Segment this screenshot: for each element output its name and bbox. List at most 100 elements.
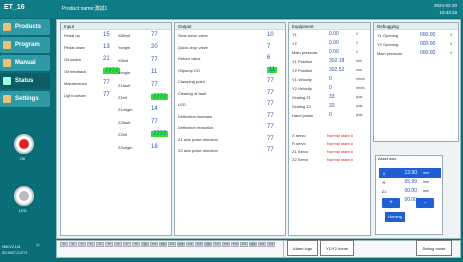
- io-indicator: X7: [123, 242, 131, 247]
- equipment-label: Main pressure: [292, 50, 318, 55]
- axis-unit: mm: [423, 180, 429, 184]
- servo-state: Normal state:0: [327, 157, 354, 162]
- equipment-label: Grating Z1: [292, 95, 311, 100]
- io-indicator: X11: [159, 242, 167, 247]
- output-label: Z2 axis pulse direction: [178, 148, 218, 153]
- output-value: 77: [267, 135, 274, 142]
- input-value: 13: [103, 44, 110, 50]
- output-value: 11: [267, 66, 278, 73]
- io-indicator: X17: [213, 242, 221, 247]
- input-value: 77: [103, 80, 110, 86]
- output-value: 10: [267, 32, 274, 38]
- output-label: Clearing of fault: [178, 90, 207, 96]
- nav-products[interactable]: Products: [0, 19, 50, 35]
- output-label: Z1 axis pulse direction: [178, 136, 218, 142]
- io-indicator: X20: [240, 242, 248, 247]
- debug-value: 000.00: [420, 50, 436, 56]
- alarm-logs-button[interactable]: Alarm logs: [287, 240, 318, 256]
- nav-label: Products: [15, 24, 42, 30]
- jog-plus-button[interactable]: +: [382, 198, 400, 208]
- status-icon: [3, 77, 11, 85]
- io-indicator: X23: [267, 242, 275, 247]
- debug-mode-button[interactable]: Debug mode: [416, 240, 452, 256]
- equipment-value: 0: [329, 76, 332, 82]
- equipment-unit: V: [356, 50, 359, 54]
- input-title: Input: [61, 23, 171, 30]
- homing-button[interactable]: Homing: [385, 212, 405, 222]
- equipment-value: 0.00: [329, 49, 339, 55]
- led-icon: [19, 191, 29, 201]
- debug-label: Y1 Opening: [377, 33, 399, 38]
- sd-serial: SD:0927-0.0771: [2, 251, 28, 255]
- input-label: Yorigin: [118, 45, 131, 51]
- equipment-unit: plus: [356, 95, 363, 99]
- manual-icon: [3, 59, 11, 67]
- output-value: 7: [267, 43, 271, 50]
- servo-state: Normal state:0: [327, 149, 354, 154]
- debug-unit: V: [450, 33, 453, 37]
- equipment-unit: mm: [356, 68, 362, 72]
- output-label: Oilpump DO: [178, 67, 201, 73]
- equipment-value: 0: [329, 85, 332, 91]
- input-panel: Input Pedal up 15 Pedal down 13 Oil switch 21…: [60, 22, 172, 236]
- sidebar-nav: Products Program Manual Status Settings: [0, 19, 50, 109]
- input-label: Z1bit: [118, 95, 127, 100]
- axis-value: 13.90: [404, 170, 417, 176]
- input-label: Z2bit: [118, 132, 127, 138]
- output-label: Deflection reduction: [178, 125, 214, 130]
- io-indicator: X13: [177, 242, 185, 247]
- input-label: Z2origin: [118, 144, 133, 150]
- io-indicator: X4: [96, 242, 104, 247]
- jog-minus-button[interactable]: -: [416, 198, 434, 208]
- equipment-value: 0.00: [329, 40, 339, 46]
- input-value: 77: [151, 32, 158, 38]
- time-label: 10:43:19: [439, 10, 457, 15]
- servo-label: X servo: [292, 133, 306, 138]
- nav-program[interactable]: Program: [0, 37, 50, 53]
- axis-panel: Asset axis X13.90mmR65.99mmZ100.00mmZ200…: [375, 155, 443, 235]
- equipment-value: 0: [329, 112, 332, 118]
- equipment-value: 33: [329, 94, 335, 100]
- equipment-label: Y1 Velocity: [292, 77, 312, 82]
- output-value: 77: [267, 147, 274, 153]
- y1y2-home-button[interactable]: Y1/Y2 home: [320, 240, 354, 256]
- nav-settings[interactable]: Settings: [0, 91, 50, 107]
- nav-manual[interactable]: Manual: [0, 55, 50, 71]
- box-icon: [3, 23, 11, 31]
- datetime: 2024-02-20 10:43:19: [434, 2, 457, 16]
- axis-title: Asset axis: [378, 156, 397, 161]
- equipment-value: 302.18: [329, 58, 345, 64]
- output-label: Clamping point: [178, 79, 205, 84]
- input-label: X8limit: [118, 33, 131, 38]
- output-label: Slow down valve: [178, 33, 208, 38]
- axis-value: 00.00: [404, 188, 417, 194]
- io-indicator: X0: [60, 242, 68, 247]
- servo-label: Z2 Servo: [292, 157, 309, 162]
- debug-label: Main pressure: [377, 51, 403, 56]
- input-label: Z2fault: [118, 119, 131, 125]
- nav-label: Settings: [15, 96, 39, 102]
- led-button[interactable]: [14, 186, 34, 206]
- input-label: Light curtain: [64, 93, 86, 98]
- input-label: Z1origin: [118, 107, 133, 113]
- equipment-unit: V: [356, 41, 359, 45]
- input-value: 11: [151, 69, 158, 76]
- input-label: Oil switch: [64, 57, 82, 62]
- axis-unit: mm: [423, 189, 429, 193]
- nav-label: Manual: [15, 60, 36, 66]
- servo-state: Normal state:0: [327, 141, 354, 146]
- axis-name: R: [382, 179, 386, 185]
- output-panel: Output Slow down valve 10 Quick drop valve…: [174, 22, 286, 236]
- debug-unit: V: [450, 51, 453, 55]
- nav-status[interactable]: Status: [0, 73, 50, 89]
- input-value: 20: [151, 44, 158, 51]
- equipment-label: Y2: [292, 41, 297, 46]
- io-indicator: X5: [105, 242, 113, 247]
- oil-pump-button[interactable]: [14, 134, 34, 154]
- debugging-title: Debugging: [374, 23, 458, 30]
- io-indicator: X22: [258, 242, 266, 247]
- input-value: 15: [103, 32, 110, 38]
- equipment-label: Grating Z2: [292, 104, 311, 109]
- equipment-value: 33: [329, 103, 335, 109]
- version-info: HMI:V2.124 SD:0927-0.0771: [2, 244, 28, 256]
